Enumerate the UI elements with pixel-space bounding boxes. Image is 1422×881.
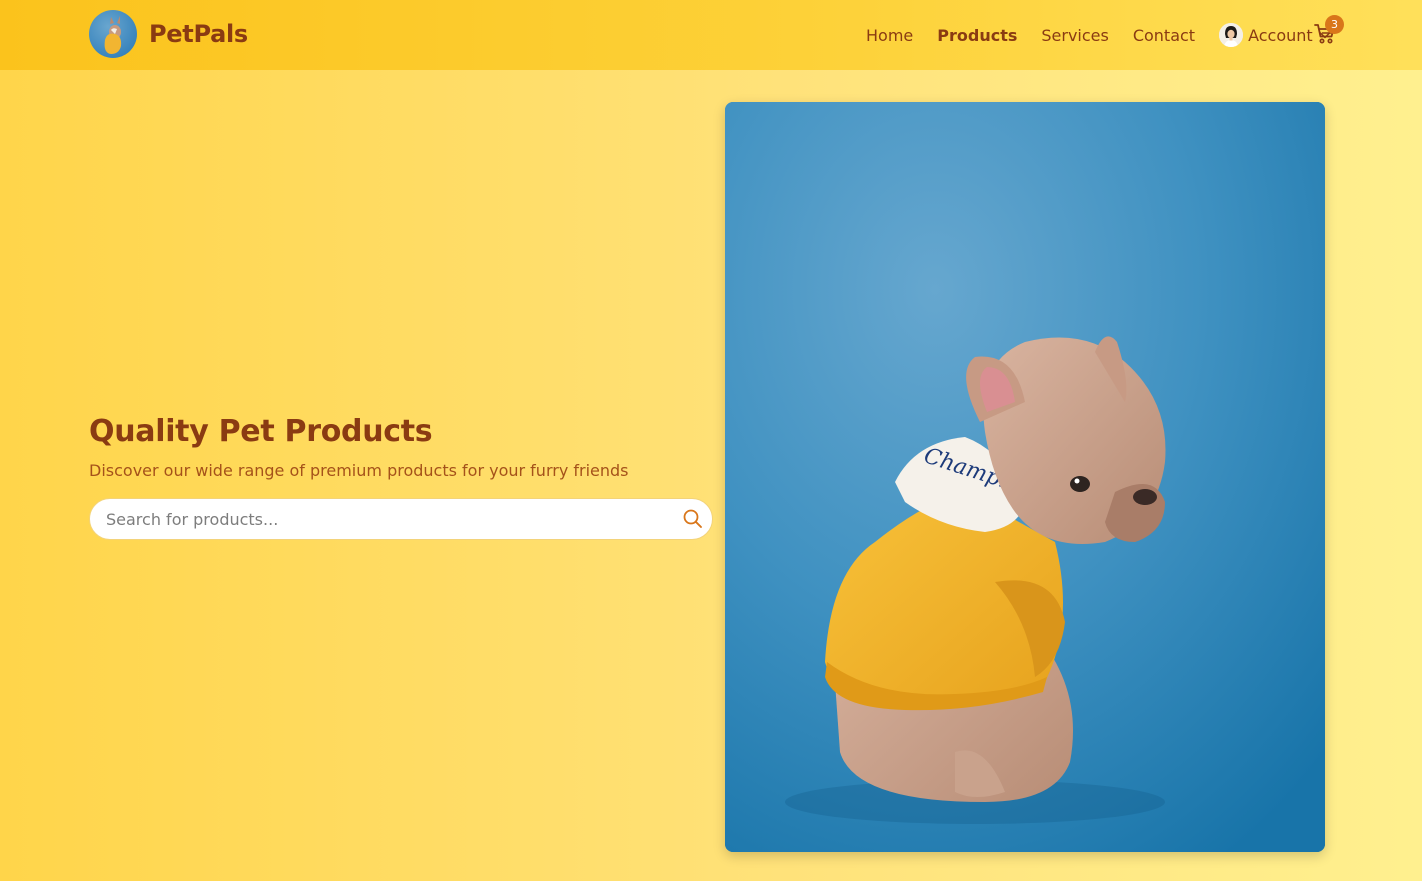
- brand-name: PetPals: [149, 20, 248, 48]
- main-nav: Home Products Services Contact Account: [866, 0, 1331, 70]
- page-title: Quality Pet Products: [89, 414, 433, 449]
- brand-logo[interactable]: PetPals: [89, 10, 248, 58]
- search-icon[interactable]: [682, 508, 704, 530]
- nav-contact[interactable]: Contact: [1133, 26, 1195, 45]
- account-label: Account: [1248, 25, 1313, 45]
- nav-home[interactable]: Home: [866, 26, 913, 45]
- search-bar: [89, 498, 713, 540]
- dog-logo-icon: [89, 10, 137, 58]
- cart-count-badge: 3: [1325, 15, 1344, 34]
- nav-products[interactable]: Products: [937, 26, 1017, 45]
- page-subtitle: Discover our wide range of premium produ…: [89, 461, 629, 480]
- site-header: PetPals Home Products Services Contact A…: [0, 0, 1422, 70]
- hero-image: Champion: [725, 102, 1325, 852]
- search-input[interactable]: [90, 499, 670, 539]
- user-avatar: [1219, 23, 1244, 47]
- nav-services[interactable]: Services: [1041, 26, 1108, 45]
